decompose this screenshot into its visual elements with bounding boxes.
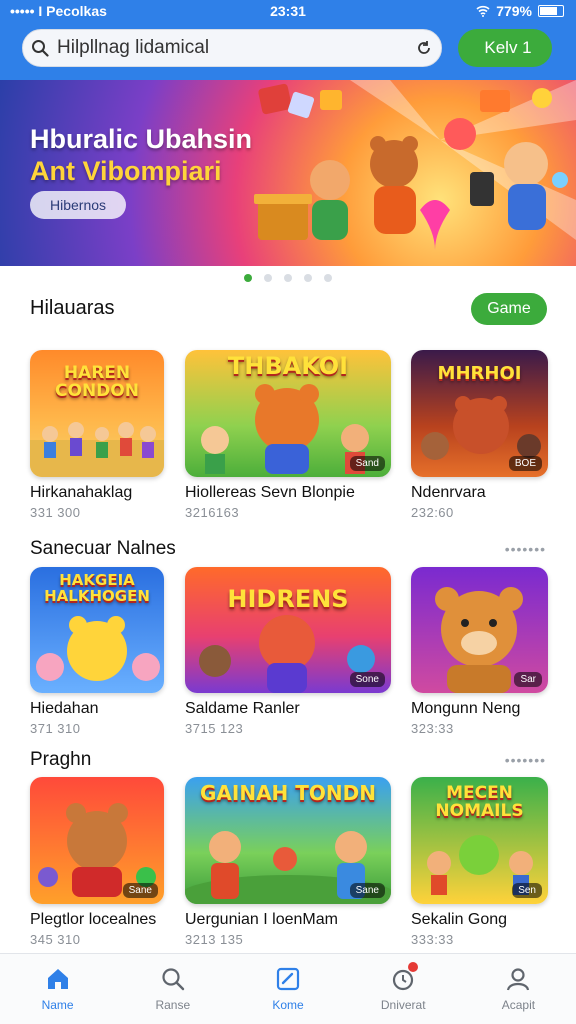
carousel-dot[interactable]	[264, 274, 272, 282]
game-thumbnail[interactable]: MECEN NOMAILS Sen	[411, 777, 548, 904]
banner-title-line1: Hburalic Ubahsin	[30, 124, 253, 154]
search-bar[interactable]: Hilpllnag lidamical	[22, 29, 442, 67]
game-name: Plegtlor locealnes	[30, 911, 157, 928]
banner-button[interactable]: Hibernos	[30, 191, 126, 219]
game-meta: 333:33	[411, 932, 454, 947]
nav-label: Name	[41, 998, 74, 1012]
promo-banner[interactable]: Hburalic Ubahsin Ant Vibompiari Hibernos	[0, 80, 576, 266]
nav-notifications[interactable]: Dniverat	[346, 954, 461, 1024]
game-card[interactable]: Sar Mongunn Neng 323:33	[411, 567, 548, 736]
key-button-label: Kelv 1	[484, 38, 532, 57]
game-card[interactable]: THBAKOI Sand Hiollereas Sevn Blonpie 321…	[185, 350, 391, 520]
battery-percent: 779%	[496, 3, 532, 19]
status-bar: ••••• I Pecolkas 23:31 779%	[0, 0, 576, 22]
more-options-icon[interactable]: •••••••	[505, 752, 546, 768]
game-name: Saldame Ranler	[185, 700, 300, 717]
section-title: Hilauaras	[30, 297, 115, 319]
nav-label: Acapit	[501, 998, 536, 1012]
top-bar: ••••• I Pecolkas 23:31 779% Hilpllnag li…	[0, 0, 576, 80]
game-card[interactable]: MECEN NOMAILS Sen Sekalin Gong 333:33	[411, 777, 548, 947]
carousel-indicator[interactable]	[0, 274, 576, 286]
game-name: Ndenrvara	[411, 484, 486, 501]
game-name: Hirkanahaklag	[30, 484, 133, 501]
game-name: Hiedahan	[30, 700, 99, 717]
person-icon	[507, 968, 530, 991]
thumbnail-title-art: HAREN CONDON	[55, 363, 139, 402]
game-card[interactable]: Sane Plegtlor locealnes 345 310	[30, 777, 164, 947]
carousel-dot[interactable]	[244, 274, 252, 282]
game-thumbnail[interactable]: MHRHOI BOE	[411, 350, 548, 477]
thumbnail-title-art: HAKGEIA HALKHOGEN	[44, 571, 150, 605]
battery-icon	[538, 5, 564, 17]
game-thumbnail[interactable]: Sar	[411, 567, 548, 693]
banner-title-line2: Ant Vibompiari	[30, 156, 222, 186]
game-card[interactable]: HAREN CONDON Hirkanahaklag 331 300	[30, 350, 164, 520]
thumbnail-badge: BOE	[508, 456, 542, 471]
game-meta: 232:60	[411, 505, 454, 520]
game-thumbnail[interactable]: HIDRENS Sone	[185, 567, 391, 693]
nav-home[interactable]: Name	[0, 954, 115, 1024]
nav-label: Kome	[272, 998, 304, 1012]
more-options-icon[interactable]: •••••••	[505, 541, 546, 557]
game-card[interactable]: MHRHOI BOE Ndenrvara 232:60	[411, 350, 548, 520]
thumbnail-title-art: THBAKOI	[227, 352, 349, 380]
game-meta: 331 300	[30, 505, 81, 520]
thumbnail-badge: Sone	[349, 672, 385, 687]
wifi-icon	[476, 5, 490, 17]
nav-label: Ranse	[155, 998, 191, 1012]
thumbnail-badge: Sane	[349, 883, 385, 898]
nav-account[interactable]: Acapit	[461, 954, 576, 1024]
game-thumbnail[interactable]: GAINAH TONDN Sane	[185, 777, 391, 904]
home-icon	[47, 969, 68, 989]
game-name: Hiollereas Sevn Blonpie	[185, 484, 355, 501]
thumbnail-badge: Sane	[122, 883, 158, 898]
nav-kome[interactable]: Kome	[230, 954, 345, 1024]
search-icon	[162, 968, 184, 991]
thumbnail-badge: Sand	[349, 456, 385, 471]
game-meta: 345 310	[30, 932, 81, 947]
game-card[interactable]: GAINAH TONDN Sane Uergunian I loenMam 32…	[185, 777, 391, 947]
game-card[interactable]: HAKGEIA HALKHOGEN Hiedahan 371 310	[30, 567, 164, 736]
thumbnail-badge: Sar	[514, 672, 542, 687]
nav-label: Dniverat	[380, 998, 426, 1012]
thumbnail-title-art: HIDRENS	[227, 585, 349, 613]
search-input[interactable]: Hilpllnag lidamical	[57, 37, 407, 59]
search-icon[interactable]	[23, 39, 57, 57]
carousel-dot[interactable]	[324, 274, 332, 282]
thumbnail-badge: Sen	[512, 883, 542, 898]
game-name: Sekalin Gong	[411, 911, 508, 928]
carousel-dot[interactable]	[304, 274, 312, 282]
game-meta: 3715 123	[185, 721, 244, 736]
game-meta: 3216163	[185, 505, 240, 520]
thumbnail-title-art: MHRHOI	[437, 363, 522, 385]
game-card[interactable]: HIDRENS Sone Saldame Ranler 3715 123	[185, 567, 391, 736]
section-title: Sanecuar Nalnes	[30, 538, 176, 559]
game-button[interactable]: Game	[471, 293, 547, 325]
notification-badge	[407, 962, 418, 972]
game-meta: 371 310	[30, 721, 81, 736]
game-thumbnail[interactable]: THBAKOI Sand	[185, 350, 391, 477]
game-thumbnail[interactable]: Sane	[30, 777, 164, 904]
thumbnail-title-art: GAINAH TONDN	[200, 781, 376, 805]
bottom-navigation: Name Ranse Kome Dniverat Acapit	[0, 953, 576, 1024]
banner-illustration	[254, 80, 576, 250]
game-thumbnail[interactable]: HAKGEIA HALKHOGEN	[30, 567, 164, 693]
game-thumbnail[interactable]: HAREN CONDON	[30, 350, 164, 477]
thumbnail-title-art: MECEN NOMAILS	[435, 783, 524, 821]
game-meta: 3213 135	[185, 932, 244, 947]
carousel-dot[interactable]	[284, 274, 292, 282]
game-name: Uergunian I loenMam	[185, 911, 338, 928]
refresh-icon[interactable]	[407, 39, 441, 57]
game-name: Mongunn Neng	[411, 700, 521, 717]
nav-search[interactable]: Ranse	[115, 954, 230, 1024]
game-meta: 323:33	[411, 721, 454, 736]
section-title: Praghn	[30, 749, 92, 770]
square-icon	[276, 967, 300, 991]
status-right: 779%	[476, 3, 564, 19]
key-button[interactable]: Kelv 1	[458, 29, 552, 67]
